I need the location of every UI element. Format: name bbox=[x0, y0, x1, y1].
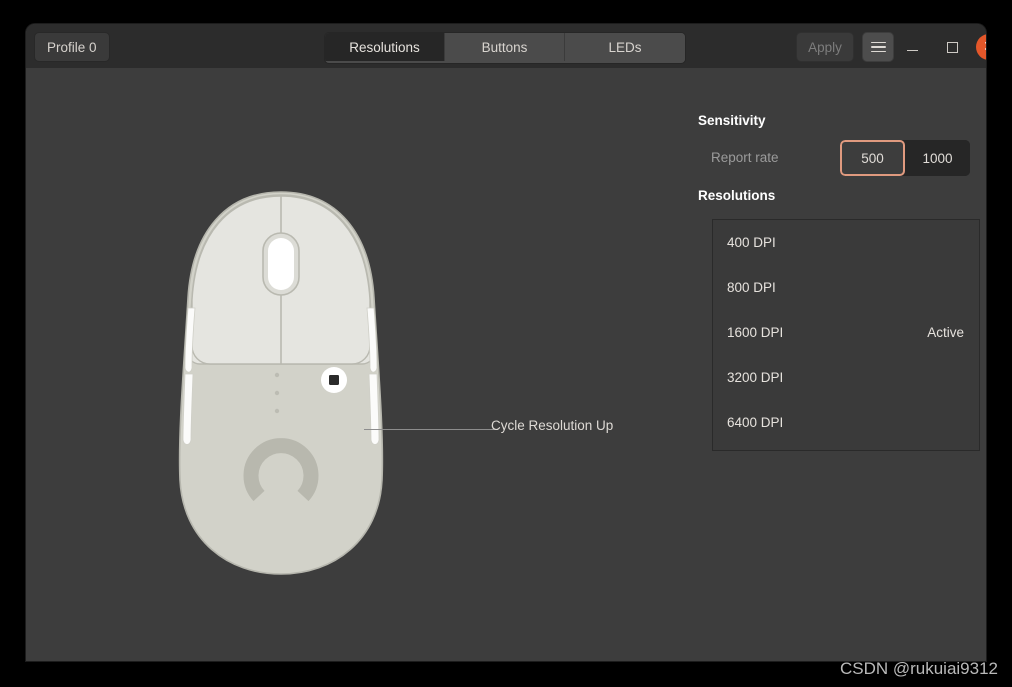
resolution-row-6400[interactable]: 6400 DPI bbox=[713, 400, 979, 445]
report-rate-label: Report rate bbox=[711, 150, 779, 165]
report-rate-option-1000-label: 1000 bbox=[922, 150, 953, 166]
report-rate-option-1000[interactable]: 1000 bbox=[905, 140, 970, 176]
watermark-text: CSDN @rukuiai9312 bbox=[839, 659, 998, 678]
tab-resolutions[interactable]: Resolutions bbox=[325, 33, 445, 61]
resolution-row-1600[interactable]: 1600 DPI Active bbox=[713, 310, 979, 355]
resolution-row-3200[interactable]: 3200 DPI bbox=[713, 355, 979, 400]
tab-leds-label: LEDs bbox=[608, 39, 642, 55]
report-rate-toggle-group: 500 1000 bbox=[840, 140, 970, 176]
maximize-button[interactable] bbox=[940, 35, 964, 59]
apply-label: Apply bbox=[808, 39, 842, 55]
close-button[interactable]: ✕ bbox=[976, 34, 986, 60]
dpi-indicator-dot-2 bbox=[274, 390, 280, 396]
resolution-active-badge: Active bbox=[927, 325, 964, 340]
callout-label-cycle-resolution-up: Cycle Resolution Up bbox=[491, 418, 614, 433]
tab-resolutions-label: Resolutions bbox=[349, 39, 420, 55]
resolution-row-400[interactable]: 400 DPI bbox=[713, 220, 979, 265]
cycle-resolution-button-glyph bbox=[329, 375, 339, 385]
view-tabs: Resolutions Buttons LEDs bbox=[324, 32, 686, 64]
settings-pane: Sensitivity Report rate 500 1000 Hz Reso… bbox=[671, 68, 986, 661]
resolution-label-1600: 1600 DPI bbox=[727, 325, 784, 340]
resolution-label-800: 800 DPI bbox=[727, 280, 776, 295]
dpi-indicator-dot-3 bbox=[274, 408, 280, 414]
tab-buttons[interactable]: Buttons bbox=[445, 33, 565, 61]
apply-button[interactable]: Apply bbox=[796, 32, 854, 62]
mouse-top-view-illustration bbox=[178, 191, 384, 575]
content-area: Cycle Resolution Up Sensitivity Report r… bbox=[26, 68, 986, 661]
resolution-row-800[interactable]: 800 DPI bbox=[713, 265, 979, 310]
hamburger-icon bbox=[870, 41, 886, 53]
tab-buttons-label: Buttons bbox=[481, 39, 528, 55]
callout-leader-line bbox=[364, 429, 498, 430]
resolution-label-6400: 6400 DPI bbox=[727, 415, 784, 430]
dpi-indicator-dot-1 bbox=[274, 372, 280, 378]
profile-selector-button[interactable]: Profile 0 bbox=[34, 32, 110, 62]
device-illustration-panel: Cycle Resolution Up bbox=[26, 68, 666, 661]
resolution-label-400: 400 DPI bbox=[727, 235, 776, 250]
maximize-icon bbox=[946, 41, 958, 53]
resolution-label-3200: 3200 DPI bbox=[727, 370, 784, 385]
application-window: Profile 0 Resolutions Buttons LEDs Apply bbox=[26, 24, 986, 661]
close-icon: ✕ bbox=[983, 40, 986, 54]
profile-label: Profile 0 bbox=[47, 39, 97, 55]
minimize-icon bbox=[906, 49, 918, 52]
minimize-button[interactable] bbox=[900, 35, 924, 59]
titlebar: Profile 0 Resolutions Buttons LEDs Apply bbox=[26, 24, 986, 69]
resolutions-section-title: Resolutions bbox=[698, 188, 776, 203]
report-rate-unit-label: Hz bbox=[985, 150, 986, 165]
report-rate-option-500[interactable]: 500 bbox=[840, 140, 905, 176]
sensitivity-section-title: Sensitivity bbox=[698, 113, 766, 128]
main-menu-button[interactable] bbox=[862, 32, 894, 62]
resolutions-list: 400 DPI 800 DPI 1600 DPI Active 3200 DPI… bbox=[712, 219, 980, 451]
report-rate-option-500-label: 500 bbox=[861, 150, 884, 166]
scroll-wheel[interactable] bbox=[268, 238, 294, 290]
tab-leds[interactable]: LEDs bbox=[565, 33, 685, 61]
report-rate-row: Report rate 500 1000 Hz bbox=[698, 140, 986, 176]
